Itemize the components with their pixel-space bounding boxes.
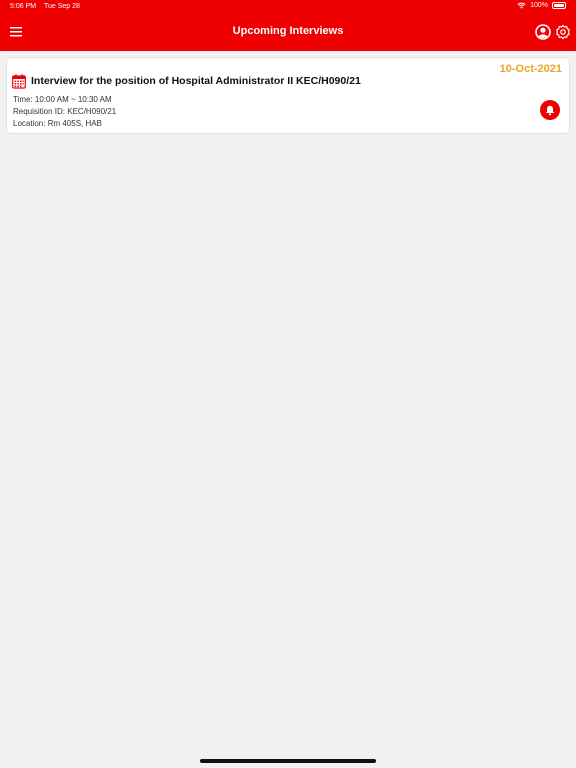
wifi-icon (517, 2, 526, 9)
battery-percent: 100% (530, 2, 548, 9)
status-time: 5:06 PM (10, 3, 37, 10)
home-indicator[interactable] (200, 759, 376, 763)
status-date: Tue Sep 28 (44, 3, 80, 10)
interview-requisition-id: Requisition ID: KEC/H090/21 (13, 107, 117, 116)
page-title: Upcoming Interviews (232, 25, 344, 37)
interview-date: 10-Oct-2021 (499, 63, 562, 75)
battery-icon (552, 2, 566, 9)
app-header: 5:06 PM Tue Sep 28 100% Upcoming Intervi… (0, 0, 576, 51)
profile-icon (535, 24, 551, 40)
interview-card[interactable]: 10-Oct-2021 Interview for the position o… (6, 57, 570, 134)
profile-button[interactable] (535, 24, 552, 41)
status-indicators: 100% (517, 2, 566, 9)
bell-icon (545, 105, 555, 115)
settings-icon (556, 24, 570, 40)
interview-title: Interview for the position of Hospital A… (31, 75, 361, 87)
interview-location: Location: Rm 405S, HAB (13, 119, 102, 128)
calendar-icon (12, 74, 26, 89)
interview-time: Time: 10:00 AM ~ 10:30 AM (13, 95, 112, 104)
settings-button[interactable] (555, 24, 571, 40)
reminder-button[interactable] (540, 100, 560, 120)
status-bar: 5:06 PM Tue Sep 28 100% (0, 0, 576, 14)
